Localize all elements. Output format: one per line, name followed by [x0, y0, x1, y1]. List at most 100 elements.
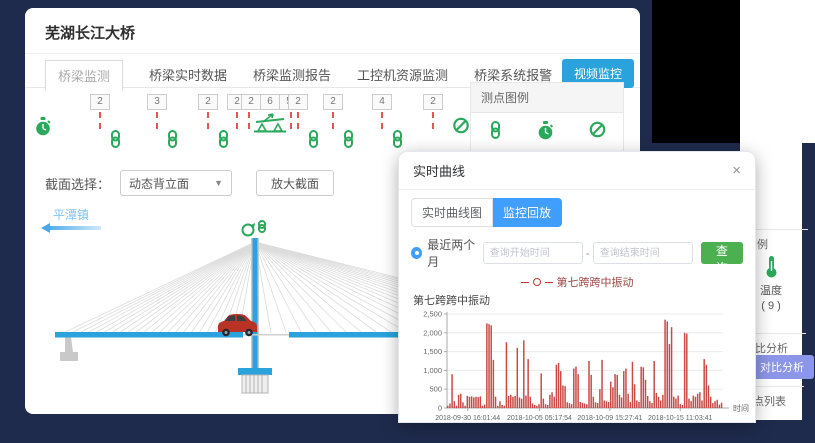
- tower-top-sensor-icons[interactable]: [243, 221, 266, 236]
- vibration-chart: 0 500 1,000 1,500 2,000 2,500 2018-09-30 16:01…: [411, 308, 751, 438]
- svg-text:2,500: 2,500: [423, 310, 442, 319]
- sensor-dash-line: [236, 112, 238, 129]
- sensor-group[interactable]: 2: [288, 94, 308, 148]
- sensor-group[interactable]: 2: [423, 94, 443, 129]
- tab-realtime-data[interactable]: 桥梁实时数据: [149, 65, 227, 84]
- sensor-count-badge: 2: [198, 94, 218, 110]
- close-icon[interactable]: ×: [732, 163, 741, 178]
- svg-text:1,000: 1,000: [423, 366, 442, 375]
- chart-legend[interactable]: 第七跨跨中振动: [411, 274, 743, 290]
- ban-icon: [453, 117, 470, 134]
- bridge-deck-left: [55, 332, 243, 338]
- sensor-group[interactable]: 2: [90, 94, 110, 148]
- sensor-dash-line: [297, 112, 299, 129]
- sensor-group[interactable]: 2: [323, 94, 343, 148]
- sensor-count-badge: 2: [90, 94, 110, 110]
- tab-monitoring-report[interactable]: 桥梁监测报告: [253, 65, 331, 84]
- radio-last-two-months[interactable]: [411, 247, 422, 259]
- query-controls: 最近两个月 - 查询: [411, 236, 743, 270]
- sensor-dash-line: [332, 112, 334, 129]
- sensor-count-badge: 3: [147, 94, 167, 110]
- tab-realtime-curve-chart[interactable]: 实时曲线图: [411, 198, 493, 227]
- svg-text:500: 500: [429, 385, 442, 394]
- svg-text:2018-10-09 15:27:41: 2018-10-09 15:27:41: [577, 415, 642, 422]
- chain-sensor-icon: [342, 130, 355, 148]
- chart-title: 第七跨跨中振动: [413, 292, 743, 308]
- chain-sensor-icon: [166, 130, 179, 148]
- tab-monitor-playback[interactable]: 监控回放: [493, 198, 562, 227]
- bearing-sensor-icon: [253, 113, 287, 133]
- chain-sensor-icon: [489, 121, 502, 139]
- query-end-time-input[interactable]: [593, 242, 693, 264]
- chain-sensor-icon: [307, 130, 320, 148]
- sensor-count-badges: 2: [90, 94, 110, 110]
- modal-header: 实时曲线 ×: [399, 152, 755, 190]
- range-separator: -: [586, 246, 590, 260]
- sensor-count-badge: 2: [288, 94, 308, 110]
- sensor-count-badges: 2: [423, 94, 443, 110]
- tab-ipc-resource[interactable]: 工控机资源监测: [357, 65, 448, 84]
- sensor-count-badges: 2: [198, 94, 218, 110]
- svg-text:2,000: 2,000: [423, 328, 442, 337]
- tower-foundation: [238, 368, 272, 393]
- modal-body: 实时曲线图 监控回放 最近两个月 - 查询 第七跨跨中振动 第七跨跨中振动 0 5…: [399, 190, 755, 443]
- modal-title: 实时曲线: [413, 161, 465, 180]
- query-start-time-input[interactable]: [483, 242, 583, 264]
- radio-label: 最近两个月: [427, 236, 483, 270]
- section-select-label: 截面选择：: [45, 174, 110, 193]
- section-select-value: 动态背立面: [129, 175, 189, 192]
- sensor-count-badge: 2: [323, 94, 343, 110]
- legend-panel-title: 测点图例: [471, 83, 623, 113]
- sensor-count-badge: 6: [261, 94, 280, 110]
- sensor-count-badges: 4: [372, 94, 392, 110]
- chain-sensor-icon: [109, 130, 122, 148]
- chain-sensor-icon: [217, 130, 230, 148]
- backdrop-white-panel-top: [740, 0, 815, 143]
- ban-icon: [589, 121, 606, 138]
- legend-circle-icon: [533, 278, 541, 286]
- chain-sensor-icon: [391, 130, 404, 148]
- thermometer-icon: [765, 255, 778, 279]
- legend-panel: 测点图例: [470, 82, 624, 154]
- svg-text:时间: 时间: [733, 403, 749, 413]
- svg-text:2018-09-30 16:01:44: 2018-09-30 16:01:44: [435, 415, 500, 422]
- sensor-count-badge: 2: [423, 94, 443, 110]
- bridge-tower: [253, 238, 258, 370]
- legend-line-icon: [521, 282, 529, 283]
- svg-text:2018-10-05 05:17:54: 2018-10-05 05:17:54: [507, 415, 572, 422]
- query-button[interactable]: 查询: [701, 242, 743, 264]
- sensor-dash-line: [99, 112, 101, 129]
- sensor-group[interactable]: [35, 116, 52, 137]
- tab-bridge-monitoring[interactable]: 桥梁监测: [45, 60, 123, 91]
- sensor-dash-line: [248, 112, 250, 129]
- sensor-group[interactable]: 3: [147, 94, 167, 148]
- sensor-count-badge: 4: [372, 94, 392, 110]
- realtime-curve-modal: 实时曲线 × 实时曲线图 监控回放 最近两个月 - 查询 第七跨跨中振动 第七跨…: [399, 152, 755, 422]
- sensor-group[interactable]: 4: [372, 94, 392, 148]
- sensor-count-badges: 2: [288, 94, 308, 110]
- sensor-count-badges: 2: [323, 94, 343, 110]
- sensor-dash-line: [207, 112, 209, 129]
- svg-text:2018-10-15 11:03:41: 2018-10-15 11:03:41: [648, 415, 713, 422]
- legend-series-label: 第七跨跨中振动: [557, 274, 634, 290]
- sensor-group[interactable]: [453, 116, 470, 134]
- sensor-dash-line: [156, 112, 158, 129]
- legend-panel-icons: [471, 113, 623, 146]
- page-title: 芜湖长江大桥: [25, 8, 640, 54]
- sensor-count-badge: 2: [241, 94, 261, 110]
- stopwatch-icon: [537, 121, 554, 141]
- caret-down-icon: ▼: [214, 178, 223, 188]
- section-select[interactable]: 动态背立面 ▼: [120, 170, 232, 196]
- stopwatch-icon: [35, 117, 52, 137]
- modal-tab-group: 实时曲线图 监控回放: [411, 198, 743, 227]
- sensor-group[interactable]: 2: [198, 94, 218, 148]
- compare-analysis-button[interactable]: 对比分析: [750, 355, 814, 379]
- sensor-dash-line: [432, 112, 434, 129]
- backdrop-black: [652, 0, 740, 143]
- enlarge-section-button[interactable]: 放大截面: [256, 170, 334, 196]
- svg-text:1,500: 1,500: [423, 347, 442, 356]
- svg-text:0: 0: [438, 404, 442, 413]
- legend-line-icon: [545, 282, 553, 283]
- sensor-dash-line: [381, 112, 383, 129]
- sensor-count-badges: 3: [147, 94, 167, 110]
